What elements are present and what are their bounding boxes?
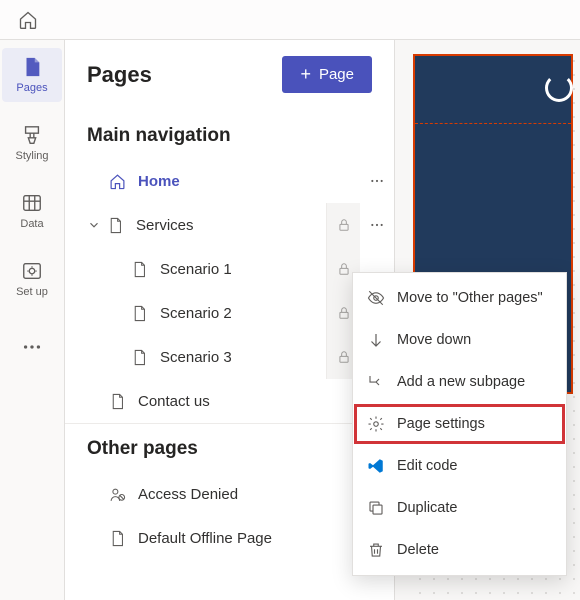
home-icon[interactable] xyxy=(18,10,38,30)
section-main-nav: Main navigation xyxy=(65,111,394,159)
duplicate-icon xyxy=(367,499,385,517)
plus-icon: + xyxy=(300,64,311,85)
ellipsis-icon xyxy=(369,217,385,233)
page-icon xyxy=(131,305,148,322)
menu-page-settings[interactable]: Page settings xyxy=(353,403,566,445)
page-icon xyxy=(109,393,126,410)
tree-label: Scenario 1 xyxy=(160,261,326,278)
setup-icon xyxy=(21,260,43,282)
menu-label: Edit code xyxy=(397,458,457,474)
lock-icon xyxy=(337,218,351,232)
menu-move-other[interactable]: Move to "Other pages" xyxy=(353,277,566,319)
page-icon xyxy=(107,217,124,234)
context-menu: Move to "Other pages" Move down Add a ne… xyxy=(352,272,567,576)
row-more-button[interactable] xyxy=(360,159,394,203)
panel-title: Pages xyxy=(87,62,152,88)
tree-row-default-offline[interactable]: Default Offline Page xyxy=(65,516,394,560)
rail-label: Styling xyxy=(15,150,48,162)
page-icon xyxy=(109,530,126,547)
menu-delete[interactable]: Delete xyxy=(353,529,566,571)
menu-label: Move to "Other pages" xyxy=(397,290,543,306)
pages-panel: Pages + Page Main navigation Home Servic… xyxy=(65,0,395,600)
rail-label: Set up xyxy=(16,286,48,298)
table-icon xyxy=(21,192,43,214)
rail-data[interactable]: Data xyxy=(2,184,62,238)
ellipsis-icon xyxy=(21,336,43,358)
rail-more[interactable] xyxy=(2,320,62,374)
ellipsis-icon xyxy=(369,173,385,189)
menu-label: Delete xyxy=(397,542,439,558)
pages-icon xyxy=(21,56,43,78)
rail-label: Pages xyxy=(16,82,47,94)
trash-icon xyxy=(367,541,385,559)
new-page-label: Page xyxy=(319,66,354,83)
tree-row-scenario1[interactable]: Scenario 1 xyxy=(65,247,394,291)
menu-add-subpage[interactable]: Add a new subpage xyxy=(353,361,566,403)
tree-row-contact[interactable]: Contact us xyxy=(65,379,394,423)
section-other-pages: Other pages xyxy=(65,423,394,472)
nav-rail: Pages Styling Data Set up xyxy=(0,0,65,600)
rail-label: Data xyxy=(20,218,43,230)
brush-icon xyxy=(21,124,43,146)
gear-icon xyxy=(367,415,385,433)
tree-row-services[interactable]: Services xyxy=(65,203,394,247)
lock-icon xyxy=(337,262,351,276)
menu-label: Move down xyxy=(397,332,471,348)
subpage-icon xyxy=(367,373,385,391)
menu-label: Add a new subpage xyxy=(397,374,525,390)
new-page-button[interactable]: + Page xyxy=(282,56,372,93)
rail-setup[interactable]: Set up xyxy=(2,252,62,306)
eye-off-icon xyxy=(367,289,385,307)
tree-label: Services xyxy=(136,217,326,234)
tree-label: Home xyxy=(138,173,360,190)
other-pages-tree: Access Denied Default Offline Page xyxy=(65,472,394,560)
menu-label: Page settings xyxy=(397,416,485,432)
menu-edit-code[interactable]: Edit code xyxy=(353,445,566,487)
spinner-icon xyxy=(545,74,573,102)
lock-indicator xyxy=(326,203,360,247)
tree-label: Scenario 3 xyxy=(160,349,326,366)
row-more-button[interactable] xyxy=(360,203,394,247)
page-tree: Home Services Scenario xyxy=(65,159,394,423)
menu-move-down[interactable]: Move down xyxy=(353,319,566,361)
top-bar xyxy=(0,0,580,40)
lock-icon xyxy=(337,350,351,364)
menu-label: Duplicate xyxy=(397,500,457,516)
tree-row-scenario2[interactable]: Scenario 2 xyxy=(65,291,394,335)
panel-header: Pages + Page xyxy=(65,44,394,111)
home-icon xyxy=(109,173,126,190)
menu-duplicate[interactable]: Duplicate xyxy=(353,487,566,529)
preview-header xyxy=(415,56,571,124)
vscode-icon xyxy=(367,457,385,475)
page-icon xyxy=(131,261,148,278)
tree-row-access-denied[interactable]: Access Denied xyxy=(65,472,394,516)
tree-label: Scenario 2 xyxy=(160,305,326,322)
tree-row-home[interactable]: Home xyxy=(65,159,394,203)
person-denied-icon xyxy=(109,486,126,503)
lock-icon xyxy=(337,306,351,320)
tree-row-scenario3[interactable]: Scenario 3 xyxy=(65,335,394,379)
arrow-down-icon xyxy=(367,331,385,349)
rail-pages[interactable]: Pages xyxy=(2,48,62,102)
rail-styling[interactable]: Styling xyxy=(2,116,62,170)
page-icon xyxy=(131,349,148,366)
chevron-down-icon[interactable] xyxy=(87,218,101,232)
